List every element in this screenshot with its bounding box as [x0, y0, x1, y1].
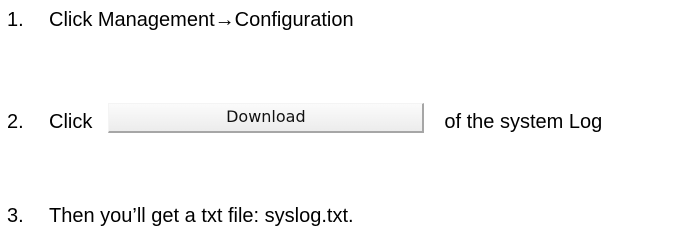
step-number: 2.: [7, 111, 24, 133]
download-button[interactable]: Download: [108, 103, 425, 133]
step-text: Click: [49, 111, 93, 133]
step-number: 3.: [7, 205, 24, 227]
arrow-icon: →: [214, 9, 235, 31]
step-2: 2. Click Download of the system Log: [0, 103, 603, 137]
step-text-destination: Configuration: [234, 9, 354, 31]
step-text: Then you’ll get a txt file: syslog.txt.: [49, 205, 354, 227]
step-text: Click Management: [49, 9, 215, 31]
step-number: 1.: [7, 9, 24, 31]
step-text-after: of the system Log: [444, 111, 603, 133]
step-1: 1. Click Management → Configuration: [0, 8, 354, 32]
step-3: 3. Then you’ll get a txt file: syslog.tx…: [0, 204, 354, 228]
